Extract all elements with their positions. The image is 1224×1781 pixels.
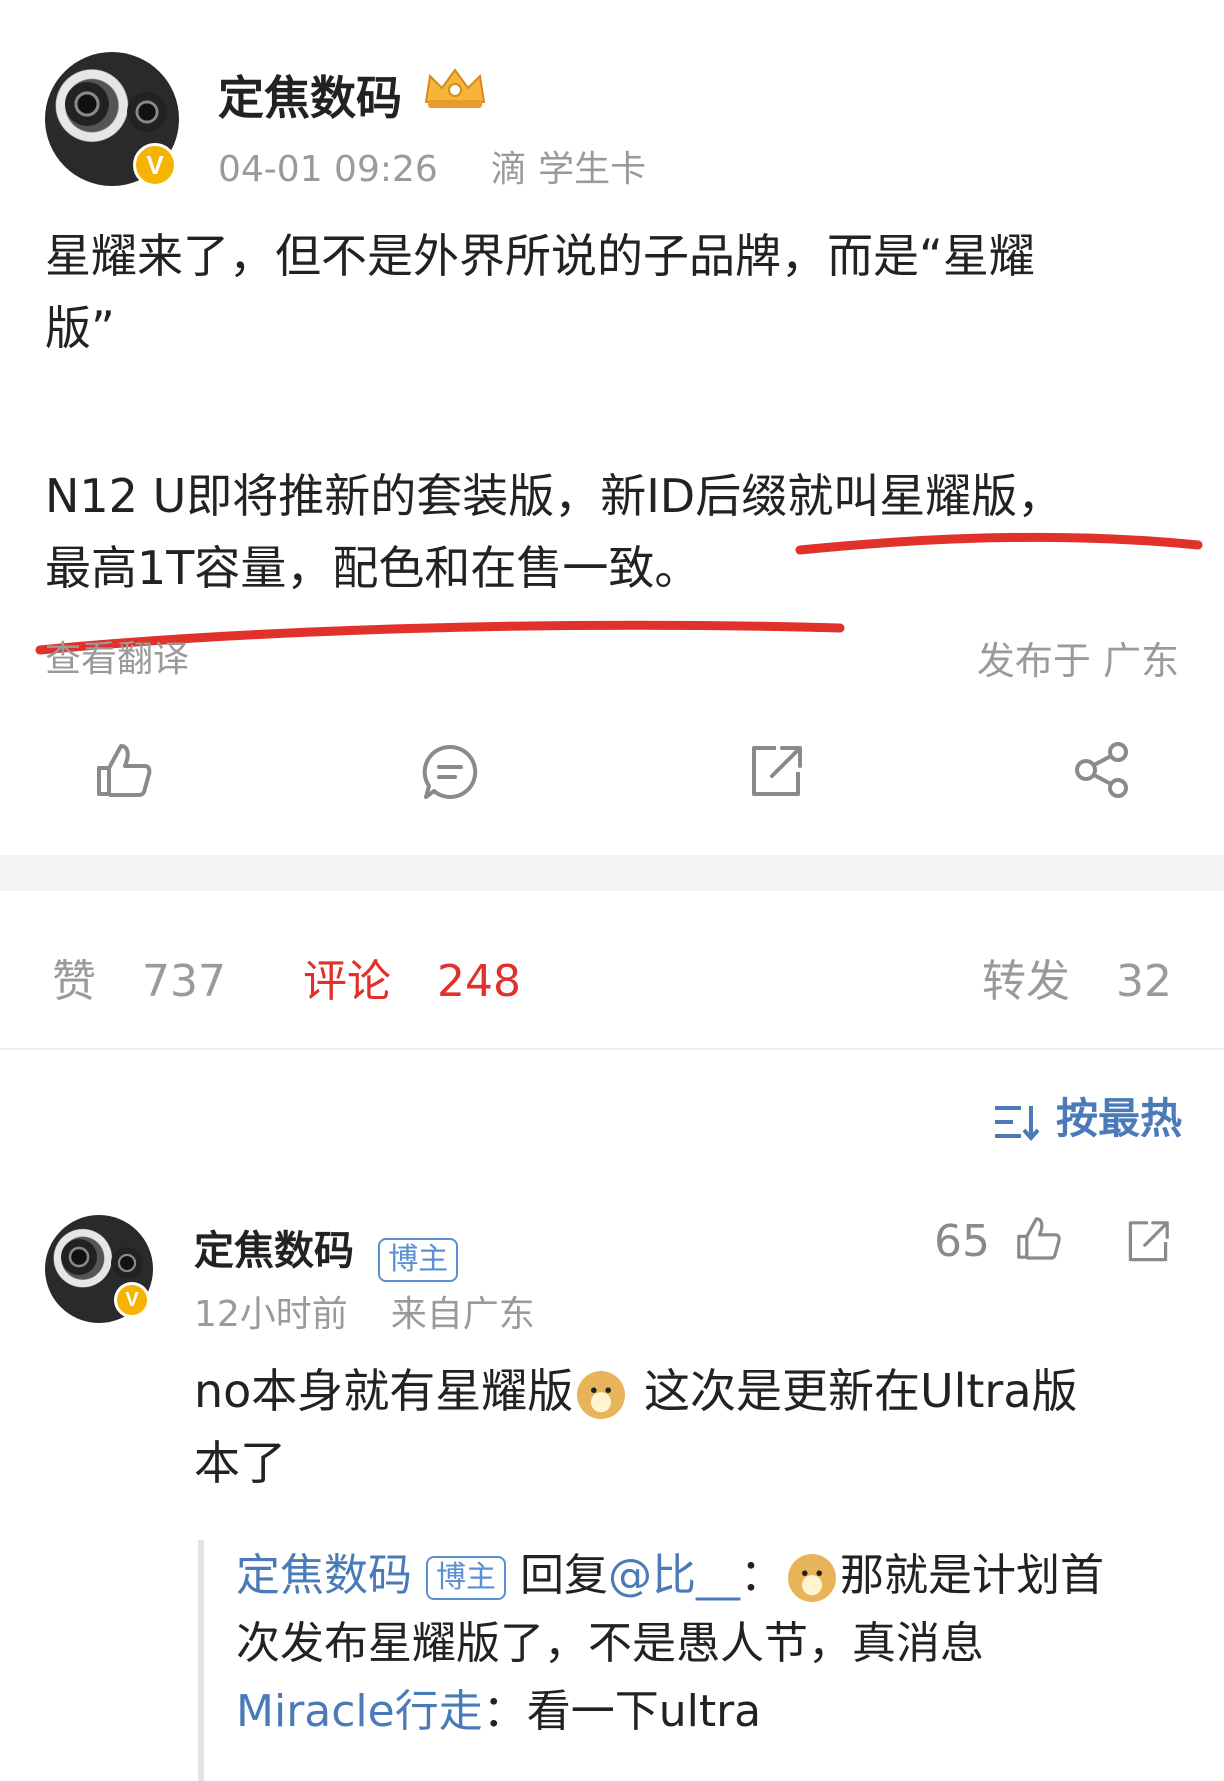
comment-like-button[interactable]: 65	[934, 1214, 1062, 1267]
post-source[interactable]: 滴 学生卡	[491, 149, 646, 190]
reply-item: 定焦数码 博主 回复@比__： 那就是计划首 次发布星耀版了，不是愚人节，真消息	[236, 1540, 1188, 1678]
post-location: 发布于 广东	[976, 639, 1179, 683]
comment-text-line: no本身就有星耀版 这次是更新在Ultra版	[194, 1355, 1194, 1427]
reply-author[interactable]: 定焦数码	[236, 1550, 412, 1601]
comment-text-segment: 这次是更新在Ultra版	[643, 1364, 1078, 1418]
sort-icon	[994, 1105, 1040, 1141]
like-icon[interactable]	[93, 740, 153, 800]
comment-like-count: 65	[934, 1216, 990, 1267]
comment-text-segment: no本身就有星耀版	[194, 1364, 574, 1418]
comment-text-line: 本了	[194, 1436, 286, 1490]
comment-meta: 12小时前 来自广东	[194, 1285, 535, 1337]
like-icon	[1017, 1217, 1061, 1260]
translate-link[interactable]: 查看翻译	[45, 630, 189, 682]
share-icon[interactable]	[1072, 740, 1132, 800]
post-time-value: 04-01 09:26	[218, 149, 438, 190]
post-text-line: 最高1T容量，配色和在售一致。	[45, 541, 701, 595]
reply-item: Miracle行走：看一下ultra	[236, 1678, 1188, 1746]
reply-colon: ：	[482, 1686, 527, 1737]
likes-label: 赞	[52, 956, 96, 1007]
comment-location: 来自广东	[390, 1294, 535, 1335]
comment-author[interactable]: 定焦数码	[194, 1228, 354, 1274]
reposts-count: 32	[1116, 956, 1172, 1007]
stats-divider	[0, 1048, 1224, 1050]
likes-count: 737	[142, 956, 226, 1007]
sort-button[interactable]: 按最热	[991, 1085, 1182, 1146]
comment-time: 12小时前	[194, 1294, 348, 1335]
tab-likes[interactable]: 赞 737	[52, 945, 226, 1009]
post-time: 04-01 09:26 滴 学生卡	[218, 140, 646, 192]
crown-icon	[424, 68, 486, 108]
section-divider	[0, 855, 1224, 891]
doge-emoji	[788, 1554, 836, 1602]
reply-text-line: 次发布星耀版了，不是愚人节，真消息	[236, 1618, 984, 1669]
post-author-name[interactable]: 定焦数码	[218, 62, 402, 128]
author-tag: 博主	[378, 1237, 459, 1282]
comments-count: 248	[437, 956, 521, 1007]
post-text-line: 星耀来了，但不是外界所说的子品牌，而是“星耀	[45, 229, 1035, 283]
comment-repost-icon[interactable]	[1124, 1218, 1172, 1266]
tab-reposts[interactable]: 转发 32	[982, 945, 1172, 1009]
comment-header: 定焦数码 博主	[194, 1218, 459, 1282]
reply-mention[interactable]: @比__	[608, 1550, 740, 1601]
reply-word: 回复	[520, 1550, 608, 1601]
reply-text-segment: 看一下ultra	[526, 1686, 762, 1737]
comments-label: 评论	[303, 956, 391, 1007]
verified-badge-icon: V	[133, 143, 177, 187]
tab-comments[interactable]: 评论 248	[303, 945, 521, 1009]
reply-text-segment: 那就是计划首	[840, 1550, 1104, 1601]
reply-author[interactable]: Miracle行走	[236, 1686, 483, 1737]
comment-icon[interactable]	[420, 742, 480, 802]
author-tag: 博主	[426, 1556, 506, 1600]
reposts-label: 转发	[982, 956, 1070, 1007]
post-body-para2: N12 U即将推新的套装版，新ID后缀就叫星耀版， 最高1T容量，配色和在售一致…	[45, 460, 1195, 604]
post-body: 星耀来了，但不是外界所说的子品牌，而是“星耀 版”	[45, 220, 1195, 364]
doge-emoji	[577, 1370, 626, 1419]
avatar-graphic	[61, 1239, 97, 1275]
avatar-graphic	[65, 82, 109, 126]
post-text-line: N12 U即将推新的套装版，新ID后缀就叫星耀版，	[45, 469, 1064, 523]
comment-body: no本身就有星耀版 这次是更新在Ultra版 本了	[194, 1355, 1194, 1499]
avatar-graphic	[127, 92, 167, 132]
verified-badge-icon: V	[114, 1282, 150, 1318]
avatar-graphic	[111, 1247, 143, 1279]
sort-label: 按最热	[1055, 1094, 1182, 1143]
repost-icon[interactable]	[746, 742, 806, 802]
reply-colon: ：	[740, 1550, 784, 1601]
reply-box[interactable]: 定焦数码 博主 回复@比__： 那就是计划首 次发布星耀版了，不是愚人节，真消息 …	[198, 1540, 1188, 1781]
post-text-line: 版”	[45, 301, 115, 355]
